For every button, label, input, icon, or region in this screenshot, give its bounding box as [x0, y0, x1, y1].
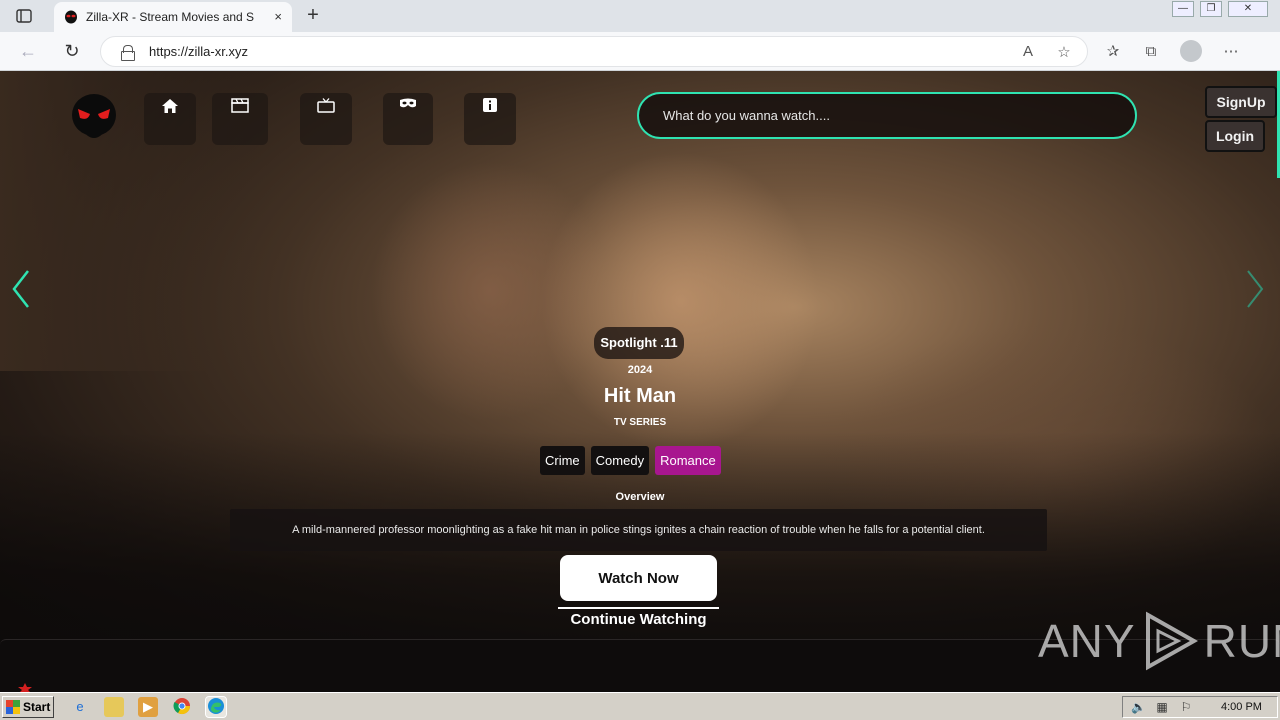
site-favicon-icon: [65, 10, 77, 24]
lock-icon: [121, 44, 135, 61]
carousel-prev-icon[interactable]: [6, 267, 36, 311]
site-page: SignUp Login Spotlight .11 2024 Hit Man …: [0, 71, 1280, 692]
internet-explorer-icon[interactable]: e: [70, 697, 90, 717]
start-button[interactable]: Start: [2, 696, 54, 718]
chrome-icon[interactable]: [172, 697, 192, 717]
windows-logo-icon: [6, 700, 20, 714]
genre-tag-crime[interactable]: Crime: [540, 446, 585, 475]
browser-tab-active[interactable]: Zilla-XR - Stream Movies and Series ×: [54, 2, 292, 32]
carousel-next-icon[interactable]: [1240, 267, 1270, 311]
favorites-icon[interactable]: ✰: [1104, 42, 1122, 60]
refresh-button[interactable]: ↻: [60, 40, 84, 62]
movie-title: Hit Man: [603, 385, 677, 407]
start-label: Start: [23, 700, 51, 714]
restore-button[interactable]: ❐: [1200, 1, 1222, 17]
file-explorer-icon[interactable]: [104, 697, 124, 717]
continue-watching-button[interactable]: Continue Watching: [558, 607, 719, 629]
genre-tag-comedy[interactable]: Comedy: [590, 446, 650, 475]
minimize-button[interactable]: —: [1172, 1, 1194, 17]
more-menu-icon[interactable]: ⋯: [1222, 42, 1240, 60]
signup-button[interactable]: SignUp: [1205, 86, 1277, 118]
tab-actions-icon: [16, 9, 32, 23]
profile-avatar[interactable]: [1180, 40, 1202, 62]
new-tab-button[interactable]: +: [302, 4, 324, 27]
play-triangle-icon: [1145, 611, 1198, 671]
edge-logo: [208, 698, 224, 714]
spotlight-badge: Spotlight .11: [594, 327, 684, 359]
system-tray: 🔈 ▦ ⚐ 4:00 PM: [1122, 696, 1278, 718]
taskbar-clock[interactable]: 4:00 PM: [1221, 701, 1262, 713]
nav-tv-button[interactable]: [300, 93, 352, 145]
nav-anime-button[interactable]: [383, 93, 433, 145]
nav-home-button[interactable]: [144, 93, 196, 145]
anyrun-watermark: ANY RUN: [1038, 611, 1280, 671]
browser-tab-strip: Zilla-XR - Stream Movies and Series × + …: [0, 0, 1280, 32]
window-controls: — ❐ ✕: [1172, 1, 1268, 17]
read-aloud-icon[interactable]: A: [1019, 43, 1037, 61]
url-field[interactable]: https://zilla-xr.xyz A ☆: [100, 36, 1088, 67]
info-icon: [483, 98, 497, 112]
close-window-button[interactable]: ✕: [1228, 1, 1268, 17]
media-player-icon[interactable]: ▶: [138, 697, 158, 717]
nav-movies-button[interactable]: [212, 93, 268, 145]
browser-address-bar: ← ↻ https://zilla-xr.xyz A ☆ ✰ ⧉ ⋯: [0, 32, 1280, 71]
back-button[interactable]: ←: [16, 40, 40, 62]
tab-title: Zilla-XR - Stream Movies and Series: [86, 10, 254, 24]
media-type-label: TV SERIES: [613, 417, 667, 428]
windows-taskbar: Start e ▶ 🔈 ▦ ⚐ 4:00 PM: [0, 692, 1280, 720]
watermark-text-right: RUN: [1203, 615, 1280, 667]
edge-icon[interactable]: [205, 696, 227, 718]
tab-actions-button[interactable]: [10, 6, 38, 26]
home-icon: [162, 99, 178, 113]
genre-list: Crime Comedy Romance: [540, 446, 721, 475]
genre-tag-romance[interactable]: Romance: [655, 446, 721, 475]
url-text: https://zilla-xr.xyz: [149, 44, 248, 59]
action-center-flag-icon[interactable]: ⚐: [1179, 700, 1193, 714]
tv-icon: [317, 98, 335, 113]
overview-text: A mild-mannered professor moonlighting a…: [230, 509, 1047, 551]
overview-heading: Overview: [615, 491, 665, 503]
nav-info-button[interactable]: [464, 93, 516, 145]
add-favorite-icon[interactable]: ☆: [1055, 43, 1073, 61]
network-icon[interactable]: ▦: [1155, 700, 1169, 714]
watermark-text-left: ANY: [1038, 615, 1136, 667]
watch-now-button[interactable]: Watch Now: [560, 555, 717, 601]
release-year: 2024: [627, 364, 653, 376]
red-marker-icon: [18, 683, 32, 692]
zilla-logo[interactable]: [70, 93, 118, 145]
login-button[interactable]: Login: [1205, 120, 1265, 152]
anime-mask-icon: [400, 98, 416, 108]
search-input[interactable]: [637, 92, 1137, 139]
movies-icon: [231, 98, 249, 113]
collections-icon[interactable]: ⧉: [1142, 43, 1160, 60]
volume-icon[interactable]: 🔈: [1131, 700, 1146, 714]
tab-close-icon[interactable]: ×: [274, 9, 282, 24]
chrome-logo: [173, 698, 191, 715]
